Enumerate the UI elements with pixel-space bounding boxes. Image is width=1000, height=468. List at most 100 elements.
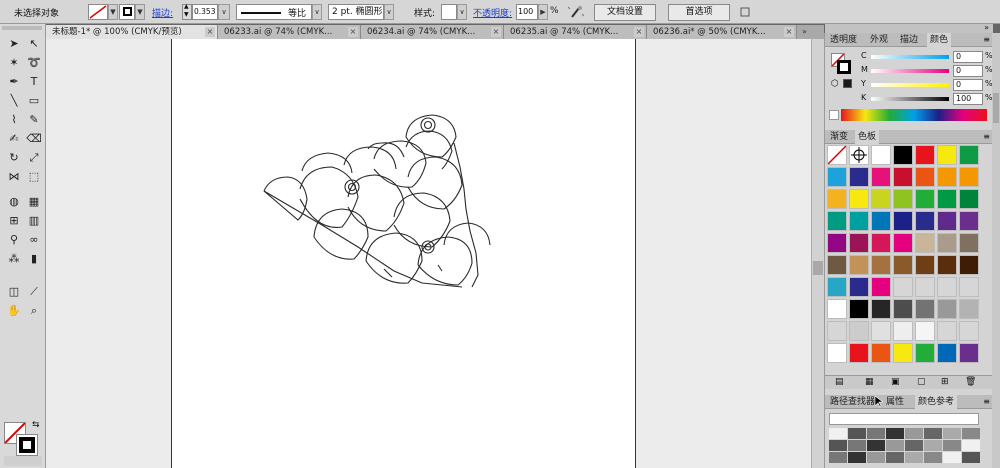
arrange-documents-icon[interactable] <box>740 7 750 17</box>
blend-tool-icon[interactable]: ∞ <box>25 232 43 248</box>
color-swatch[interactable] <box>959 299 979 319</box>
new-swatch-icon[interactable]: ⊞ <box>941 377 949 387</box>
brush-dropdown[interactable]: ∨ <box>384 4 394 20</box>
guide-swatch[interactable] <box>924 452 942 463</box>
eyedropper-tool-icon[interactable]: ⚲ <box>5 232 23 248</box>
scrollbar-thumb[interactable] <box>813 261 823 275</box>
stepper-down-icon[interactable]: ▼ <box>184 11 189 18</box>
color-swatch[interactable] <box>915 167 935 187</box>
color-swatch[interactable] <box>937 255 957 275</box>
color-swatch[interactable] <box>871 211 891 231</box>
color-swatch[interactable] <box>893 167 913 187</box>
guide-swatch[interactable] <box>867 428 885 439</box>
tab-color[interactable]: 颜色 <box>927 33 952 47</box>
panel-scrollbar-thumb[interactable] <box>993 93 999 123</box>
color-swatch[interactable] <box>827 299 847 319</box>
color-swatch[interactable] <box>915 145 935 165</box>
guide-swatch[interactable] <box>886 440 904 451</box>
recolor-artwork-icon[interactable] <box>566 4 586 20</box>
close-icon[interactable]: × <box>784 27 794 37</box>
guide-swatch[interactable] <box>886 452 904 463</box>
pencil-tool-icon[interactable]: ✎ <box>25 112 43 128</box>
guide-swatch[interactable] <box>905 428 923 439</box>
color-swatch[interactable] <box>827 343 847 363</box>
color-swatch[interactable] <box>893 211 913 231</box>
color-swatch[interactable] <box>871 167 891 187</box>
free-transform-tool-icon[interactable]: ⬚ <box>25 169 43 185</box>
color-swatch[interactable] <box>915 277 935 297</box>
guide-swatch[interactable] <box>867 452 885 463</box>
document-tab[interactable]: 06236.ai* @ 50% (CMYK... × <box>647 25 797 39</box>
channel-value-input[interactable]: 0 <box>953 65 983 77</box>
direct-selection-tool-icon[interactable]: ↖ <box>25 36 43 52</box>
color-swatch[interactable] <box>915 321 935 341</box>
guide-swatch[interactable] <box>924 428 942 439</box>
channel-slider[interactable] <box>871 97 949 101</box>
none-color-chip[interactable] <box>829 110 839 120</box>
delete-swatch-icon[interactable]: 🗑 <box>965 377 976 387</box>
none-swatch[interactable] <box>827 145 847 165</box>
close-icon[interactable]: × <box>634 27 644 37</box>
color-swatch[interactable] <box>871 277 891 297</box>
scale-tool-icon[interactable]: ⤢ <box>25 150 43 166</box>
color-swatch[interactable] <box>849 211 869 231</box>
document-tab[interactable]: 06234.ai @ 74% (CMYK... × <box>361 25 504 39</box>
variable-width-profile[interactable]: 等比 <box>236 4 312 20</box>
channel-slider[interactable] <box>871 55 949 59</box>
profile-dropdown[interactable]: ∨ <box>312 4 322 20</box>
slice-tool-icon[interactable]: ⟋ <box>25 284 43 300</box>
color-swatch[interactable] <box>937 321 957 341</box>
color-swatch[interactable] <box>893 321 913 341</box>
artboard-tool-icon[interactable]: ◫ <box>5 284 23 300</box>
guide-swatch[interactable] <box>886 428 904 439</box>
color-swatch[interactable] <box>937 167 957 187</box>
color-swatch[interactable] <box>937 277 957 297</box>
gradient-tool-icon[interactable]: ▥ <box>25 213 43 229</box>
lasso-tool-icon[interactable]: ➰ <box>25 55 43 71</box>
color-swatch[interactable] <box>915 255 935 275</box>
color-swatch[interactable] <box>871 343 891 363</box>
color-swatch[interactable] <box>959 145 979 165</box>
close-icon[interactable]: × <box>348 27 358 37</box>
tab-pathfinder[interactable]: 路径查找器 <box>827 395 878 409</box>
tab-swatches[interactable]: 色板 <box>855 130 880 144</box>
close-icon[interactable]: × <box>491 27 501 37</box>
guide-swatch[interactable] <box>905 452 923 463</box>
out-of-gamut-icon[interactable]: ⬡ <box>831 79 839 89</box>
opacity-label[interactable]: 不透明度: <box>473 6 512 19</box>
panel-menu-icon[interactable]: ≡ <box>983 35 990 44</box>
tab-color-guide[interactable]: 颜色参考 <box>915 395 958 409</box>
eraser-tool-icon[interactable]: ⌫ <box>25 131 43 147</box>
document-tab[interactable]: 06233.ai @ 74% (CMYK... × <box>218 25 361 39</box>
selection-tool-icon[interactable]: ➤ <box>5 36 23 52</box>
column-graph-tool-icon[interactable]: ▮ <box>25 251 43 267</box>
guide-swatch[interactable] <box>867 440 885 451</box>
perspective-grid-tool-icon[interactable]: ▦ <box>25 194 43 210</box>
tab-gradient[interactable]: 渐变 <box>827 130 851 144</box>
type-tool-icon[interactable]: T <box>25 74 43 90</box>
guide-swatch[interactable] <box>905 440 923 451</box>
tab-overflow-icon[interactable]: » <box>802 27 807 36</box>
stroke-proxy-swatch[interactable] <box>837 60 851 74</box>
fill-color-swatch[interactable] <box>88 4 108 20</box>
color-swatch[interactable] <box>915 233 935 253</box>
color-swatch[interactable] <box>893 299 913 319</box>
close-icon[interactable]: × <box>205 27 215 37</box>
mesh-tool-icon[interactable]: ⊞ <box>5 213 23 229</box>
channel-value-input[interactable]: 100 <box>953 93 983 105</box>
channel-value-input[interactable]: 0 <box>953 51 983 63</box>
stroke-dropdown[interactable]: ▼ <box>135 4 145 20</box>
channel-slider[interactable] <box>871 83 949 87</box>
color-swatch[interactable] <box>937 145 957 165</box>
panel-scrollbar[interactable] <box>992 33 1000 468</box>
tab-appearance[interactable]: 外观 <box>867 33 891 47</box>
stroke-weight-input[interactable]: 0.353 <box>192 4 218 20</box>
color-swatch[interactable] <box>959 189 979 209</box>
style-dropdown[interactable]: ∨ <box>457 4 467 20</box>
panel-menu-icon[interactable]: ≡ <box>983 132 990 141</box>
rotate-tool-icon[interactable]: ↻ <box>5 150 23 166</box>
canvas-vertical-scrollbar[interactable] <box>811 39 824 468</box>
color-swatch[interactable] <box>937 189 957 209</box>
color-swatch[interactable] <box>893 145 913 165</box>
color-swatch[interactable] <box>827 277 847 297</box>
